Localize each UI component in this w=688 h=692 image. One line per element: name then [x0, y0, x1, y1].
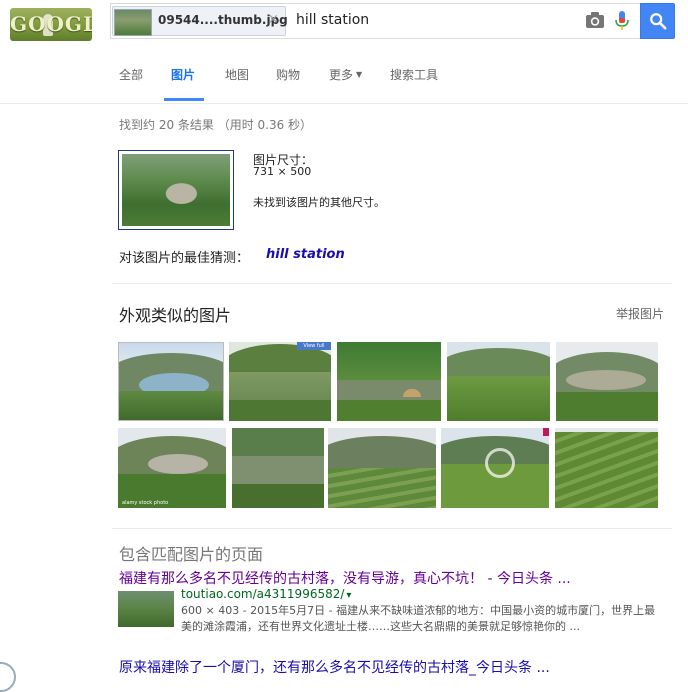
- similar-images-title[interactable]: 外观类似的图片: [119, 302, 231, 326]
- result-stats: 找到约 20 条结果 （用时 0.36 秒）: [119, 118, 313, 132]
- result-title-2[interactable]: 原来福建除了一个厦门，还有那么多名不见经传的古村落_今日头条 ...: [119, 657, 550, 677]
- camera-icon[interactable]: [585, 11, 605, 29]
- view-full-badge: View full: [297, 342, 331, 350]
- chip-thumbnail: [114, 9, 152, 36]
- chip-remove-icon[interactable]: ×: [268, 12, 279, 27]
- search-query-text[interactable]: hill station: [296, 12, 369, 28]
- tab-more-label: 更多: [329, 68, 354, 82]
- best-guess-label: 对该图片的最佳猜测：: [119, 251, 250, 266]
- similar-image-8[interactable]: [328, 428, 436, 508]
- report-images-link[interactable]: 举报图片: [616, 305, 664, 322]
- microphone-icon[interactable]: [614, 10, 630, 32]
- tab-search-tools[interactable]: 搜索工具: [390, 66, 438, 83]
- result-url-text: toutiao.com/a4311996582/: [181, 587, 345, 601]
- best-guess-link[interactable]: hill station: [266, 247, 345, 262]
- tab-shopping[interactable]: 购物: [276, 66, 300, 83]
- result-title-1[interactable]: 福建有那么多名不见经传的古村落，没有导游，真心不坑！ - 今日头条 ...: [119, 568, 571, 588]
- similar-image-10[interactable]: [555, 428, 658, 508]
- chevron-down-icon: ▼: [356, 70, 363, 79]
- matching-pages-title: 包含匹配图片的页面: [119, 545, 264, 564]
- query-image-content: [122, 154, 230, 226]
- divider: [112, 283, 672, 284]
- similar-image-5[interactable]: [556, 342, 658, 421]
- search-icon: [650, 13, 667, 30]
- feedback-circle-icon[interactable]: [0, 662, 16, 692]
- similar-image-7[interactable]: [232, 428, 324, 508]
- alamy-watermark: alamy stock photo: [122, 500, 169, 506]
- search-button[interactable]: [640, 3, 675, 39]
- caret-down-icon[interactable]: ▾: [346, 590, 351, 601]
- similar-image-6[interactable]: alamy stock photo: [118, 428, 226, 508]
- similar-image-3[interactable]: [337, 342, 441, 421]
- tab-images[interactable]: 图片: [171, 66, 195, 83]
- active-tab-indicator: [164, 98, 204, 101]
- similar-image-9[interactable]: [441, 428, 549, 508]
- similar-image-2[interactable]: View full: [229, 342, 331, 421]
- tab-all[interactable]: 全部: [119, 66, 143, 83]
- query-image[interactable]: [118, 150, 234, 230]
- logo-text: GOOGLE: [10, 12, 92, 36]
- google-doodle-logo[interactable]: GOOGLE: [10, 8, 92, 41]
- divider: [112, 528, 672, 529]
- tab-more[interactable]: 更多 ▼: [329, 66, 362, 83]
- result-url-1[interactable]: toutiao.com/a4311996582/▾: [181, 587, 351, 601]
- result-thumbnail-1[interactable]: [118, 591, 174, 627]
- tab-maps[interactable]: 地图: [225, 66, 249, 83]
- result-snippet-1: 600 × 403 - 2015年5月7日 - 福建从来不缺味道浓郁的地方：中国…: [181, 604, 656, 633]
- similar-image-1[interactable]: [118, 342, 224, 421]
- similar-image-4[interactable]: [447, 342, 550, 421]
- no-other-sizes-text: 未找到该图片的其他尺寸。: [253, 196, 385, 209]
- image-size-value: 731 × 500: [253, 165, 312, 178]
